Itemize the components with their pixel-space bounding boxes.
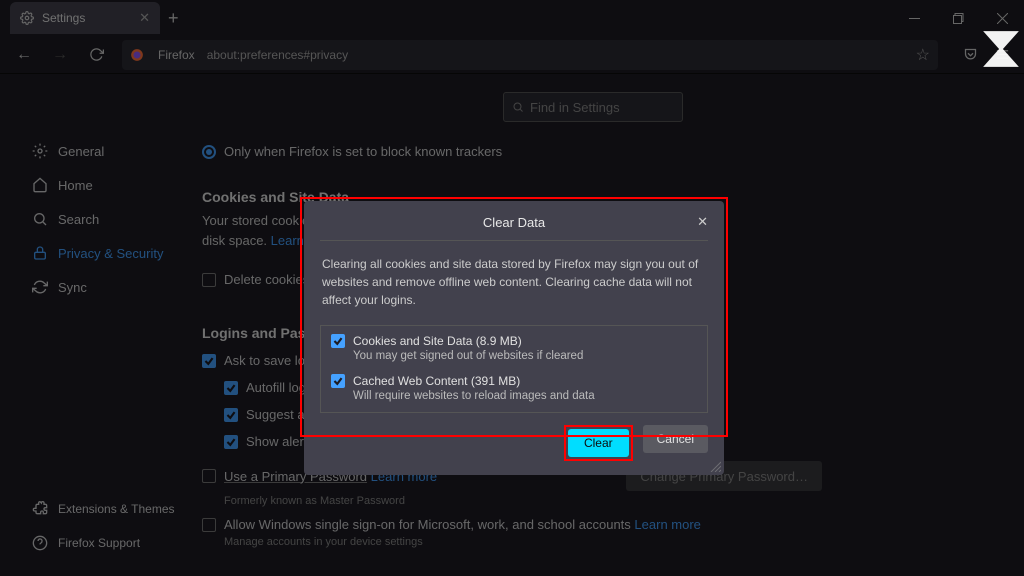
- checkbox[interactable]: [331, 334, 345, 348]
- option-sub: You may get signed out of websites if cl…: [353, 350, 697, 362]
- option-label: Cached Web Content (391 MB): [353, 374, 520, 388]
- clear-data-dialog: Clear Data ✕ Clearing all cookies and si…: [304, 201, 724, 475]
- dialog-options: Cookies and Site Data (8.9 MB) You may g…: [320, 325, 708, 413]
- checkbox[interactable]: [331, 374, 345, 388]
- close-dialog-icon[interactable]: ✕: [697, 214, 708, 230]
- option-sub: Will require websites to reload images a…: [353, 390, 697, 402]
- resize-grip-icon[interactable]: [709, 460, 721, 472]
- dialog-title: Clear Data ✕: [320, 215, 708, 241]
- option-label: Cookies and Site Data (8.9 MB): [353, 334, 522, 348]
- clear-button[interactable]: Clear: [568, 429, 629, 457]
- dialog-desc: Clearing all cookies and site data store…: [320, 251, 708, 319]
- cancel-button[interactable]: Cancel: [643, 425, 708, 453]
